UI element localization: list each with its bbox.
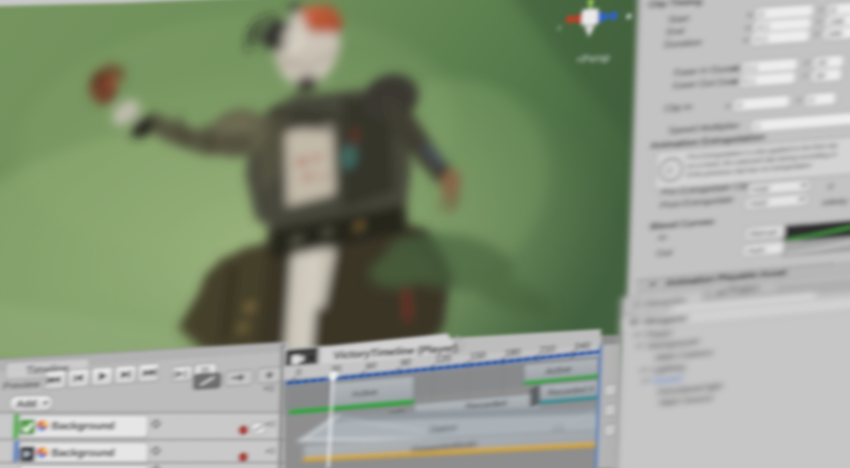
svg-text:90: 90: [400, 357, 411, 368]
svg-text:4.1: 4.1: [757, 22, 770, 33]
svg-text:0: 0: [831, 6, 837, 16]
svg-text:i: i: [668, 164, 672, 177]
svg-text:s: s: [725, 101, 730, 111]
svg-text:30: 30: [817, 58, 828, 69]
svg-text:▾☰: ▾☰: [264, 383, 276, 393]
svg-text:Clip In: Clip In: [664, 102, 693, 115]
svg-text:0: 0: [737, 101, 743, 112]
svg-text:1: 1: [755, 122, 760, 132]
svg-text:Out: Out: [656, 247, 673, 259]
svg-text:210: 210: [539, 344, 556, 356]
svg-text:0.1: 0.1: [745, 63, 758, 74]
svg-text:s: s: [733, 64, 738, 74]
svg-text:Background: Background: [51, 447, 115, 459]
svg-text:Start: Start: [668, 13, 690, 26]
svg-text:0: 0: [809, 96, 815, 106]
svg-text:0.1: 0.1: [743, 76, 756, 87]
svg-text:1.1: 1.1: [553, 422, 565, 432]
svg-text:180: 180: [504, 347, 521, 359]
svg-text:In: In: [658, 232, 667, 244]
svg-text:Background: Background: [51, 420, 115, 432]
svg-text:End: End: [666, 26, 684, 38]
svg-text:Hold: Hold: [749, 198, 767, 209]
svg-text:30: 30: [815, 71, 826, 82]
svg-text:0: 0: [759, 10, 765, 20]
svg-text:▾☰: ▾☰: [266, 420, 277, 429]
svg-text:0: 0: [828, 182, 834, 192]
svg-text:s: s: [731, 77, 736, 87]
svg-text:s: s: [743, 35, 748, 45]
svg-text:0: 0: [296, 368, 302, 379]
svg-text:Hold: Hold: [752, 184, 770, 195]
svg-text:s: s: [747, 10, 752, 20]
svg-text:150: 150: [470, 350, 487, 362]
svg-text:s: s: [745, 23, 750, 33]
svg-text:Add: Add: [16, 398, 37, 410]
svg-text:246: 246: [827, 29, 843, 40]
svg-text:120: 120: [435, 354, 452, 366]
svg-text:60: 60: [366, 361, 377, 373]
svg-text:Auto: Auto: [747, 245, 765, 256]
svg-text:4.1: 4.1: [755, 34, 768, 45]
svg-text:▾☰: ▾☰: [265, 447, 276, 456]
